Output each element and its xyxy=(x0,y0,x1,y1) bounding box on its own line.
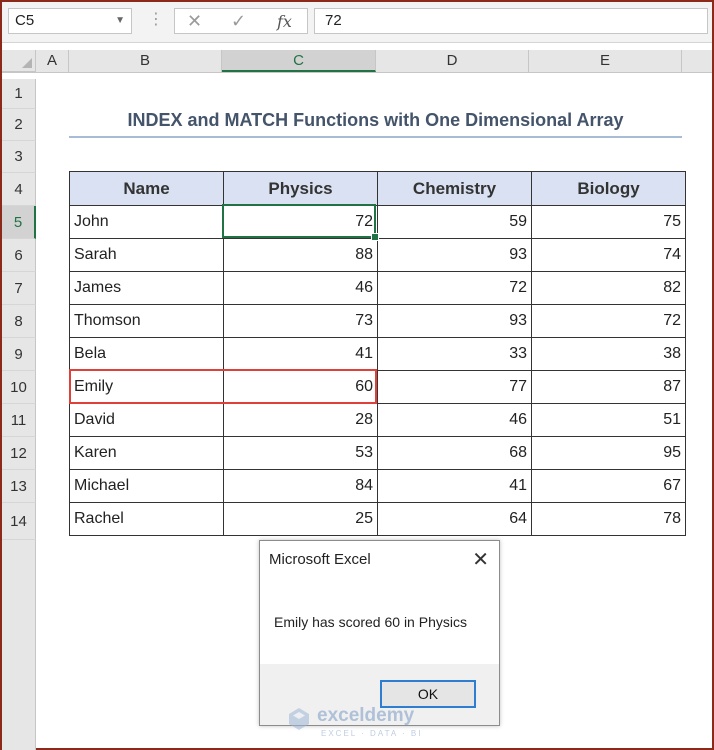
header-cell[interactable]: Physics xyxy=(223,171,378,206)
column-header-b[interactable]: B xyxy=(69,50,222,72)
name-cell[interactable]: David xyxy=(69,403,224,437)
select-all-corner[interactable] xyxy=(2,50,36,72)
biology-cell[interactable]: 67 xyxy=(531,469,686,503)
table-row: Thomson 73 93 72 xyxy=(69,304,686,338)
row-header-7[interactable]: 7 xyxy=(2,272,36,305)
biology-cell[interactable]: 72 xyxy=(531,304,686,338)
enter-icon[interactable]: ✓ xyxy=(231,11,246,32)
row-header-12[interactable]: 12 xyxy=(2,437,36,470)
row-header-10[interactable]: 10 xyxy=(2,371,36,404)
name-cell[interactable]: Rachel xyxy=(69,502,224,536)
header-cell[interactable]: Biology xyxy=(531,171,686,206)
chevron-down-icon[interactable]: ▼ xyxy=(115,9,125,33)
table-row: Karen 53 68 95 xyxy=(69,436,686,470)
chemistry-cell[interactable]: 68 xyxy=(377,436,532,470)
table-row: Michael 84 41 67 xyxy=(69,469,686,503)
column-header-e[interactable]: E xyxy=(529,50,682,72)
name-cell[interactable]: Thomson xyxy=(69,304,224,338)
name-cell[interactable]: Sarah xyxy=(69,238,224,272)
message-box: Microsoft Excel ✕ Emily has scored 60 in… xyxy=(259,540,500,726)
row-header-2[interactable]: 2 xyxy=(2,109,36,141)
row-header-3[interactable]: 3 xyxy=(2,141,36,173)
watermark-name: exceldemy xyxy=(317,705,415,726)
name-cell[interactable]: Karen xyxy=(69,436,224,470)
formula-buttons: ✕ ✓ fx xyxy=(174,8,308,34)
chemistry-cell[interactable]: 93 xyxy=(377,238,532,272)
message-box-title: Microsoft Excel xyxy=(269,551,371,568)
table-row: Emily 60 77 87 xyxy=(69,370,686,404)
row-header-14[interactable]: 14 xyxy=(2,503,36,540)
row-header-4[interactable]: 4 xyxy=(2,173,36,206)
cancel-icon[interactable]: ✕ xyxy=(187,11,202,32)
name-box-value: C5 xyxy=(15,12,35,29)
physics-cell[interactable]: 73 xyxy=(223,304,378,338)
physics-cell[interactable]: 72 xyxy=(223,205,378,239)
table-row: David 28 46 51 xyxy=(69,403,686,437)
biology-cell[interactable]: 51 xyxy=(531,403,686,437)
column-header-a[interactable]: A xyxy=(36,50,69,72)
name-cell[interactable]: Michael xyxy=(69,469,224,503)
biology-cell[interactable]: 38 xyxy=(531,337,686,371)
name-box[interactable]: C5 ▼ xyxy=(8,8,132,34)
table-row: James 46 72 82 xyxy=(69,271,686,305)
chemistry-cell[interactable]: 93 xyxy=(377,304,532,338)
row-header-1[interactable]: 1 xyxy=(2,79,36,109)
row-header-6[interactable]: 6 xyxy=(2,239,36,272)
row-header-8[interactable]: 8 xyxy=(2,305,36,338)
close-icon[interactable]: ✕ xyxy=(472,547,489,572)
row-header-9[interactable]: 9 xyxy=(2,338,36,371)
more-options-icon: ⋮ xyxy=(148,11,164,28)
exceldemy-logo-icon xyxy=(289,708,309,730)
formula-value: 72 xyxy=(325,12,342,29)
physics-cell[interactable]: 88 xyxy=(223,238,378,272)
biology-cell[interactable]: 95 xyxy=(531,436,686,470)
physics-cell[interactable]: 60 xyxy=(223,370,378,404)
table-row: Sarah 88 93 74 xyxy=(69,238,686,272)
formula-input[interactable]: 72 xyxy=(314,8,708,34)
fill-handle[interactable] xyxy=(371,233,379,241)
name-cell[interactable]: Bela xyxy=(69,337,224,371)
biology-cell[interactable]: 78 xyxy=(531,502,686,536)
physics-cell[interactable]: 25 xyxy=(223,502,378,536)
chemistry-cell[interactable]: 33 xyxy=(377,337,532,371)
chemistry-cell[interactable]: 46 xyxy=(377,403,532,437)
formula-bar: C5 ▼ ⋮ ✕ ✓ fx 72 xyxy=(2,2,712,43)
row-header-filler xyxy=(2,540,36,750)
row-header-5[interactable]: 5 xyxy=(2,206,36,239)
chemistry-cell[interactable]: 64 xyxy=(377,502,532,536)
table-header-row: Name Physics Chemistry Biology xyxy=(69,171,686,206)
chemistry-cell[interactable]: 59 xyxy=(377,205,532,239)
biology-cell[interactable]: 75 xyxy=(531,205,686,239)
chemistry-cell[interactable]: 77 xyxy=(377,370,532,404)
name-cell[interactable]: Emily xyxy=(69,370,224,404)
header-cell[interactable]: Chemistry xyxy=(377,171,532,206)
name-cell[interactable]: James xyxy=(69,271,224,305)
insert-function-icon[interactable]: fx xyxy=(277,12,292,31)
chemistry-cell[interactable]: 72 xyxy=(377,271,532,305)
biology-cell[interactable]: 87 xyxy=(531,370,686,404)
name-cell[interactable]: John xyxy=(69,205,224,239)
physics-cell[interactable]: 84 xyxy=(223,469,378,503)
physics-cell[interactable]: 28 xyxy=(223,403,378,437)
ok-button[interactable]: OK xyxy=(380,680,476,708)
table-row: Rachel 25 64 78 xyxy=(69,502,686,536)
physics-cell[interactable]: 41 xyxy=(223,337,378,371)
biology-cell[interactable]: 74 xyxy=(531,238,686,272)
header-cell[interactable]: Name xyxy=(69,171,224,206)
sheet-title: INDEX and MATCH Functions with One Dimen… xyxy=(69,110,682,138)
watermark: exceldemy EXCEL · DATA · BI xyxy=(287,705,437,745)
column-header-d[interactable]: D xyxy=(376,50,529,72)
watermark-tagline: EXCEL · DATA · BI xyxy=(321,729,423,738)
physics-cell[interactable]: 53 xyxy=(223,436,378,470)
chemistry-cell[interactable]: 41 xyxy=(377,469,532,503)
data-table: Name Physics Chemistry Biology John 72 5… xyxy=(69,171,686,536)
message-box-text: Emily has scored 60 in Physics xyxy=(274,614,467,630)
table-row: Bela 41 33 38 xyxy=(69,337,686,371)
biology-cell[interactable]: 82 xyxy=(531,271,686,305)
column-header-c[interactable]: C xyxy=(222,50,376,72)
row-header-11[interactable]: 11 xyxy=(2,404,36,437)
row-header-13[interactable]: 13 xyxy=(2,470,36,503)
physics-cell[interactable]: 46 xyxy=(223,271,378,305)
